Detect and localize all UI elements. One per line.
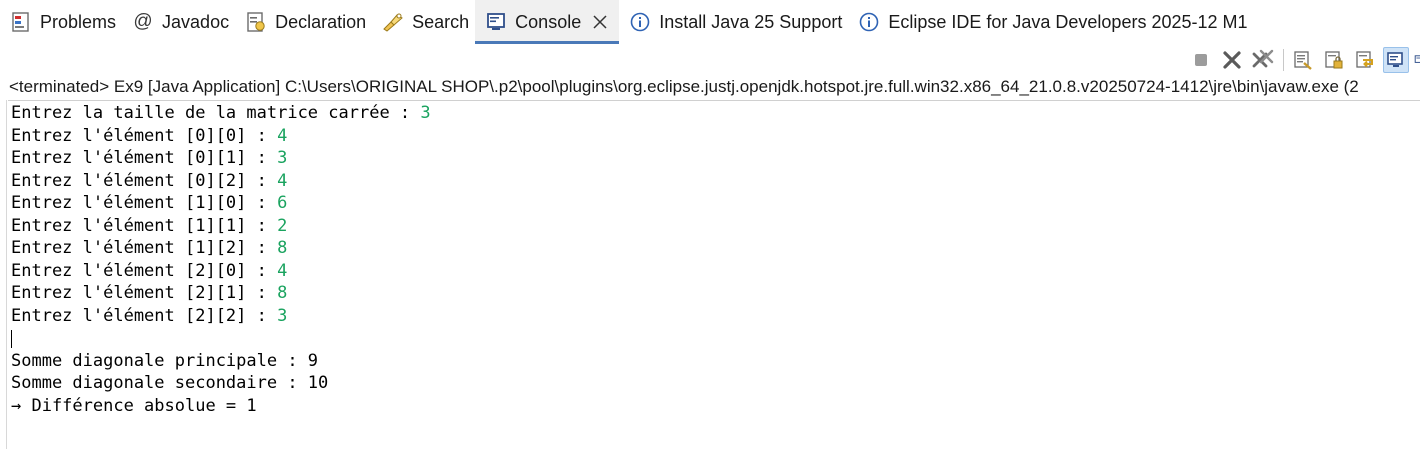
console-line: Entrez l'élément [2][0] : 4 [11, 260, 1411, 283]
console-output-text: Somme diagonale secondaire : 10 [11, 373, 329, 393]
console-toolbar [1188, 46, 1420, 74]
tab-label: Javadoc [162, 12, 230, 32]
console-line: Entrez la taille de la matrice carrée : … [11, 102, 1411, 125]
console-line: Entrez l'élément [2][1] : 8 [11, 282, 1411, 305]
console-user-input: 4 [277, 170, 288, 191]
console-line: Entrez l'élément [1][1] : 2 [11, 215, 1411, 238]
console-prompt-text: Entrez l'élément [2][0] : [11, 260, 278, 281]
word-wrap-icon[interactable] [1352, 47, 1378, 73]
tab-console[interactable]: Console [475, 0, 620, 44]
tab-problems[interactable]: Problems [0, 0, 122, 44]
console-user-input: 4 [277, 260, 288, 281]
console-prompt-text: Entrez l'élément [0][2] : [11, 170, 278, 191]
console-prompt-text: Entrez l'élément [0][1] : [11, 148, 278, 168]
console-user-input: 8 [277, 283, 288, 303]
console-user-input: 3 [277, 148, 288, 168]
tab-javadoc[interactable]: @ Javadoc [122, 0, 235, 44]
toolbar-separator [1283, 49, 1284, 71]
console-line: Entrez l'élément [0][0] : 4 [11, 125, 1411, 148]
tab-eclipse-ide-release[interactable]: Eclipse IDE for Java Developers 2025-12 … [848, 0, 1253, 44]
tab-label: Eclipse IDE for Java Developers 2025-12 … [888, 12, 1248, 32]
display-selected-console-icon[interactable] [1414, 47, 1420, 73]
console-prompt-text: Entrez l'élément [1][1] : [11, 215, 278, 236]
close-icon[interactable] [593, 15, 607, 29]
text-caret [11, 330, 12, 348]
console-prompt-text: Entrez l'élément [1][0] : [11, 193, 278, 213]
tab-label: Declaration [275, 12, 367, 32]
remove-all-terminated-icon[interactable] [1250, 47, 1276, 73]
console-line: Somme diagonale principale : 9 [11, 350, 1411, 373]
console-prompt-text: Entrez l'élément [2][2] : [11, 305, 278, 326]
clear-console-icon[interactable] [1290, 47, 1316, 73]
info-icon [858, 11, 880, 33]
console-user-input: 3 [420, 103, 431, 123]
info-icon [629, 11, 651, 33]
console-line [11, 327, 1411, 350]
console-user-input: 2 [277, 215, 288, 236]
console-user-input: 8 [277, 238, 288, 258]
tab-label: Install Java 25 Support [659, 12, 843, 32]
tab-search[interactable]: Search [372, 0, 475, 44]
tab-label: Problems [40, 12, 117, 32]
console-prompt-text: Entrez l'élément [1][2] : [11, 238, 278, 258]
terminate-icon[interactable] [1188, 47, 1214, 73]
scroll-lock-icon[interactable] [1321, 47, 1347, 73]
console-line: Entrez l'élément [1][2] : 8 [11, 237, 1411, 260]
console-output-text: Somme diagonale principale : 9 [11, 350, 319, 371]
view-tab-bar: Problems @ Javadoc Declaration Search Co… [0, 0, 1420, 44]
console-line: Somme diagonale secondaire : 10 [11, 372, 1411, 395]
divider [8, 100, 1420, 101]
console-user-input: 4 [277, 125, 288, 146]
console-user-input: 3 [277, 305, 288, 326]
javadoc-icon: @ [133, 11, 153, 32]
console-icon [485, 11, 507, 33]
problems-icon [10, 11, 32, 33]
declaration-icon [245, 11, 267, 33]
console-output-text: → Différence absolue = 1 [11, 395, 257, 416]
console-prompt-text: Entrez l'élément [2][1] : [11, 283, 278, 303]
console-left-border [6, 100, 7, 449]
console-user-input: 6 [277, 193, 288, 213]
search-icon [382, 11, 404, 33]
console-line: Entrez l'élément [1][0] : 6 [11, 192, 1411, 215]
remove-launch-icon[interactable] [1219, 47, 1245, 73]
pin-console-icon[interactable] [1383, 47, 1409, 73]
console-line: Entrez l'élément [0][1] : 3 [11, 147, 1411, 170]
console-line: Entrez l'élément [2][2] : 3 [11, 305, 1411, 328]
console-prompt-text: Entrez la taille de la matrice carrée : [11, 103, 421, 123]
tab-label: Console [515, 12, 582, 32]
console-line: → Différence absolue = 1 [11, 395, 1411, 418]
console-line: Entrez l'élément [0][2] : 4 [11, 170, 1411, 193]
tab-install-java-25-support[interactable]: Install Java 25 Support [619, 0, 848, 44]
process-description: <terminated> Ex9 [Java Application] C:\U… [9, 77, 1359, 96]
tab-declaration[interactable]: Declaration [235, 0, 372, 44]
tab-label: Search [412, 12, 470, 32]
console-prompt-text: Entrez l'élément [0][0] : [11, 125, 278, 146]
console-output[interactable]: Entrez la taille de la matrice carrée : … [11, 102, 1411, 417]
eclipse-console-view: Problems @ Javadoc Declaration Search Co… [0, 0, 1420, 449]
